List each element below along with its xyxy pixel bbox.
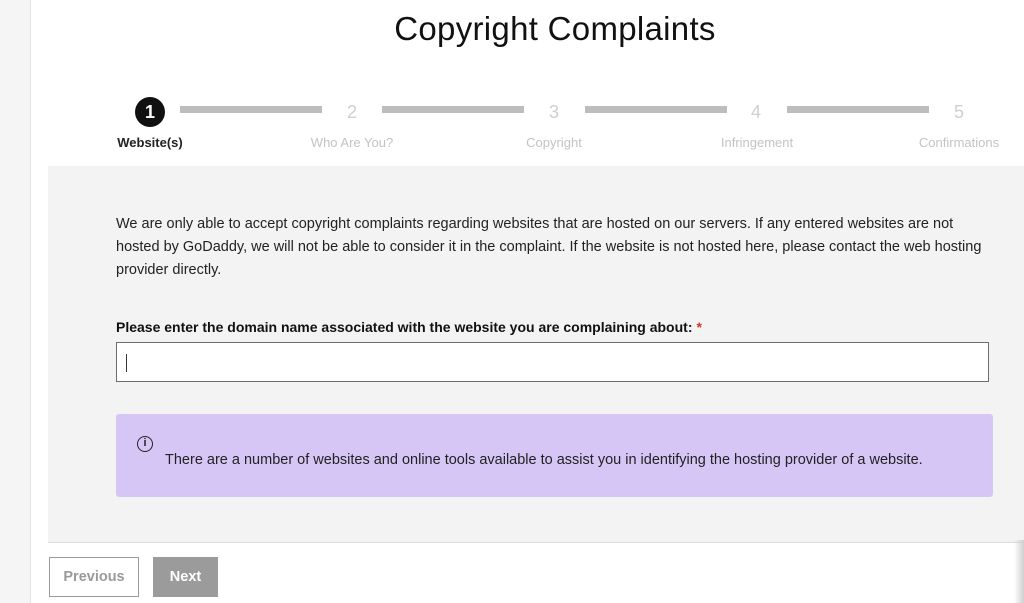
next-button[interactable]: Next [153,557,218,597]
step-connector [585,106,727,113]
domain-label-text: Please enter the domain name associated … [116,319,693,335]
step-4-label: Infringement [720,135,794,150]
left-sidebar-strip [0,0,31,603]
step-3-number: 3 [548,102,559,122]
info-text: There are a number of websites and onlin… [165,452,923,468]
step-1-label: Website(s) [117,135,183,150]
info-callout: i There are a number of websites and onl… [116,414,993,497]
step-connector [382,106,524,113]
step-1-number: 1 [135,97,165,127]
required-marker: * [696,319,702,335]
step-2-number: 2 [346,102,357,122]
step-3-label: Copyright [526,135,582,150]
step-2-label: Who Are You? [310,135,394,150]
text-caret [126,354,127,372]
domain-input[interactable] [116,342,989,382]
scroll-edge-shadow [1014,540,1024,603]
previous-button[interactable]: Previous [49,557,139,597]
step-5-number: 5 [953,102,964,122]
step-connector [787,106,929,113]
form-panel: We are only able to accept copyright com… [48,166,1024,543]
info-circle-icon: i [137,436,153,452]
step-connector [180,106,322,113]
intro-text: We are only able to accept copyright com… [116,216,982,278]
step-5-label: Confirmations [918,135,1000,150]
domain-field-label: Please enter the domain name associated … [116,319,702,335]
step-4-number: 4 [750,102,761,122]
page-title: Copyright Complaints [394,10,716,47]
